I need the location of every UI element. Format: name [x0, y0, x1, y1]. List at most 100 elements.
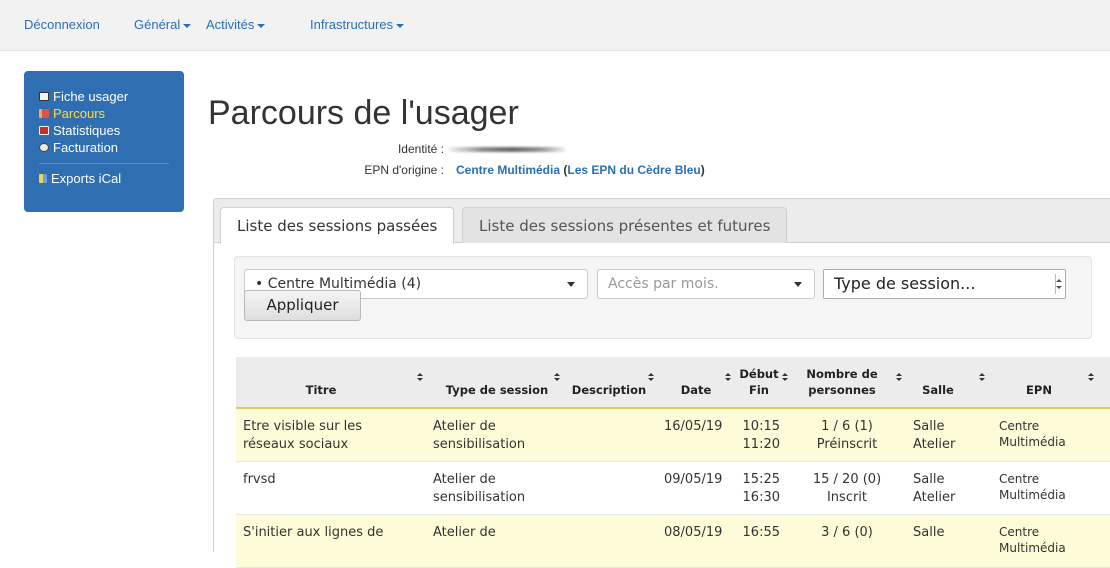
tab-future-sessions[interactable]: Liste des sessions présentes et futures [462, 207, 788, 243]
col-header-description[interactable]: Description [569, 357, 649, 407]
cell-text: Multimédia [999, 541, 1066, 555]
cell-text: 16:55 [742, 525, 780, 540]
menu-infrastructures-label: Infrastructures [310, 17, 394, 32]
filter-bar: • Centre Multimédia (4) Accès par mois. … [234, 256, 1092, 339]
cell-text: 11:20 [742, 437, 780, 452]
col-header-label: Date [680, 383, 712, 397]
month-select-placeholder: Accès par mois. [608, 276, 719, 292]
cell-text: Inscrit [826, 490, 868, 505]
col-header-label: Titre [305, 383, 337, 397]
col-header-type[interactable]: Type de session [438, 357, 556, 407]
blurred-identity [448, 147, 566, 152]
spinner-icon [1055, 274, 1062, 294]
sidebar: Fiche usager Parcours Statistiques Factu… [24, 71, 184, 212]
menu-activities[interactable]: Activités [206, 17, 266, 32]
cell-text: Etre visible sur les [243, 419, 363, 434]
sidebar-item-label: Exports iCal [51, 171, 122, 186]
user-card-icon [39, 92, 49, 101]
sort-icon[interactable] [782, 373, 788, 382]
sidebar-item-statistiques[interactable]: Statistiques [39, 122, 184, 139]
chevron-down-icon [183, 23, 192, 28]
sidebar-item-parcours[interactable]: Parcours [39, 105, 184, 122]
cell-type: Atelier de [433, 524, 496, 542]
cell-text: 16:30 [742, 490, 780, 505]
month-select[interactable]: Accès par mois. [597, 269, 815, 299]
cell-count: 1 / 6 (1) Préinscrit [802, 418, 892, 454]
session-type-select[interactable]: Type de session... [823, 269, 1066, 299]
identity-label: Identité : [397, 142, 444, 156]
table-row[interactable]: Etre visible sur les réseaux sociaux Atel… [236, 409, 1110, 462]
sort-icon[interactable] [979, 373, 985, 382]
col-header-label: Début Fin [739, 366, 778, 398]
table-header: Titre Type de session Description Date D… [236, 357, 1110, 409]
session-type-select-value: Type de session... [834, 274, 976, 293]
col-header-epn[interactable]: EPN [996, 357, 1082, 407]
cell-text: Centre [999, 472, 1040, 486]
sidebar-item-label: Facturation [53, 140, 119, 155]
col-header-debut-fin[interactable]: Début Fin [739, 357, 779, 407]
cell-date: 16/05/19 [664, 419, 723, 434]
cell-text: Atelier [913, 490, 956, 505]
chart-icon [39, 126, 49, 135]
cell-text: Centre [999, 419, 1040, 433]
sidebar-item-fiche-usager[interactable]: Fiche usager [39, 88, 184, 105]
cell-epn: Centre Multimédia [999, 418, 1066, 450]
sort-icon[interactable] [648, 373, 654, 382]
sidebar-item-facturation[interactable]: Facturation [39, 139, 184, 156]
cell-type: Atelier de sensibilisation [433, 471, 525, 507]
cell-text: S'initier aux lignes de [243, 525, 384, 540]
col-header-nombre[interactable]: Nombre de personnes [802, 357, 882, 407]
cell-titre: Etre visible sur les réseaux sociaux [243, 418, 362, 454]
col-header-label: Description [571, 383, 647, 397]
table-row[interactable]: S'initier aux lignes de Atelier de 08/05… [236, 515, 1110, 568]
cell-text: Préinscrit [816, 437, 878, 452]
cell-text: réseaux sociaux [243, 437, 349, 452]
sort-icon[interactable] [896, 373, 902, 382]
chevron-down-icon [567, 282, 575, 287]
col-header-label: Type de session [445, 383, 549, 397]
cell-text: Atelier de [433, 472, 496, 487]
col-header-date[interactable]: Date [666, 357, 726, 407]
apply-button[interactable]: Appliquer [244, 290, 361, 321]
sort-icon[interactable] [725, 373, 731, 382]
sessions-table: Titre Type de session Description Date D… [236, 357, 1110, 568]
cell-type: Atelier de sensibilisation [433, 418, 525, 454]
cell-date: 09/05/19 [664, 472, 723, 487]
cell-text: 3 / 6 (0) [821, 525, 873, 540]
epn-link[interactable]: Centre Multimédia [456, 163, 560, 177]
menu-general[interactable]: Général [134, 17, 192, 32]
chevron-down-icon [257, 23, 266, 28]
col-header-debut: Début [739, 367, 779, 381]
cell-salle: Salle [913, 524, 944, 542]
cell-text: Multimédia [999, 435, 1066, 449]
calendar-export-icon [39, 174, 47, 183]
tab-bar: Liste des sessions passées Liste des ses… [214, 199, 1110, 244]
cell-text: frvsd [243, 472, 276, 487]
col-header-salle[interactable]: Salle [908, 357, 968, 407]
sidebar-item-label: Statistiques [53, 123, 121, 138]
cell-text: Salle [913, 419, 945, 434]
sort-icon[interactable] [554, 373, 560, 382]
cell-count: 15 / 20 (0) Inscrit [802, 471, 892, 507]
epn-group-link[interactable]: Les EPN du Cèdre Bleu [567, 163, 700, 177]
sidebar-item-exports-ical[interactable]: Exports iCal [39, 170, 184, 187]
col-header-titre[interactable]: Titre [236, 357, 406, 407]
cell-epn: Centre Multimédia [999, 524, 1066, 556]
cell-titre: frvsd [243, 471, 276, 489]
tab-past-sessions[interactable]: Liste des sessions passées [220, 207, 455, 244]
sort-icon[interactable] [1088, 373, 1094, 382]
col-header-nombre-1: Nombre de [806, 367, 878, 381]
table-row[interactable]: frvsd Atelier de sensibilisation 09/05/19… [236, 462, 1110, 515]
book-icon [39, 109, 49, 118]
cell-salle: Salle Atelier [913, 471, 955, 507]
sort-icon[interactable] [417, 373, 423, 382]
chevron-down-icon [396, 23, 405, 28]
cell-time: 15:25 16:30 [736, 471, 780, 507]
sessions-panel: Liste des sessions passées Liste des ses… [213, 198, 1110, 568]
cell-date: 08/05/19 [664, 525, 723, 540]
epn-origin-label: EPN d'origine : [364, 163, 444, 177]
cell-text: 10:15 [742, 419, 780, 434]
menu-infrastructures[interactable]: Infrastructures [310, 17, 405, 32]
logout-link[interactable]: Déconnexion [24, 17, 100, 32]
cell-text: Salle [913, 525, 945, 540]
